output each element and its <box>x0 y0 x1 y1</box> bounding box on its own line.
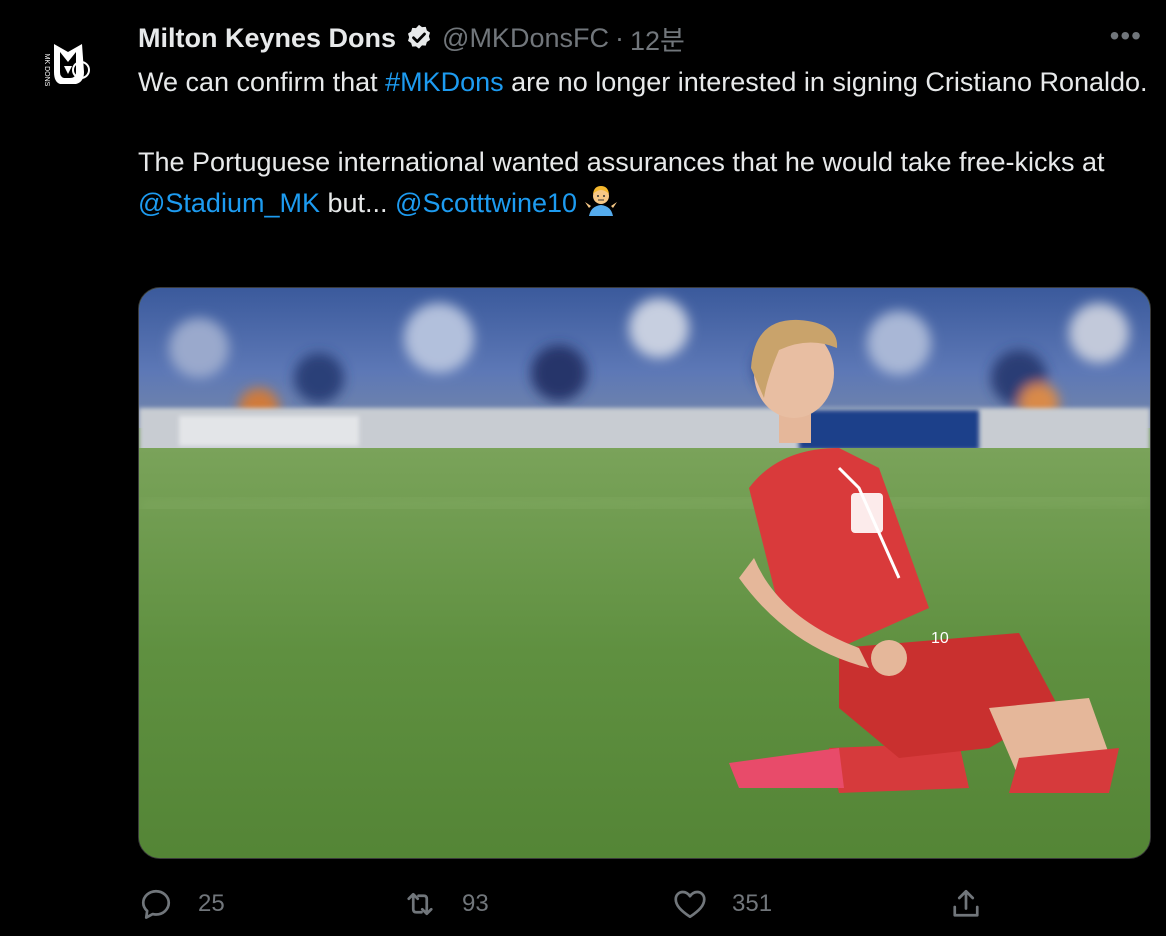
more-horizontal-icon[interactable]: ••• <box>1110 22 1142 50</box>
retweet-button[interactable]: 93 <box>402 876 489 932</box>
tweet-image[interactable]: 10 <box>138 287 1151 859</box>
action-bar: 25 93 351 <box>138 876 1149 932</box>
reply-count: 25 <box>198 890 225 917</box>
mk-dons-crest-icon: MK DONS <box>24 22 104 102</box>
heart-icon <box>674 890 706 919</box>
tweet-paragraph-2: The Portuguese international wanted assu… <box>138 142 1148 223</box>
hashtag-link[interactable]: #MKDons <box>385 67 504 97</box>
tweet-header: Milton Keynes Dons @MKDonsFC · 12분 ••• <box>138 18 1142 58</box>
verified-badge-icon <box>404 23 434 53</box>
handle[interactable]: @MKDonsFC <box>442 23 609 54</box>
text-segment: The Portuguese international wanted assu… <box>138 147 1105 177</box>
share-button[interactable] <box>948 876 984 932</box>
like-count: 351 <box>732 890 773 917</box>
avatar[interactable]: MK DONS <box>24 22 104 102</box>
separator-dot: · <box>614 22 624 53</box>
like-button[interactable]: 351 <box>672 876 772 932</box>
tweet-text: We can confirm that #MKDons are no longe… <box>138 62 1148 223</box>
reply-icon <box>141 889 171 919</box>
mention-stadium-link[interactable]: @Stadium_MK <box>138 188 320 218</box>
person-shrugging-emoji <box>583 182 619 218</box>
text-segment: but... <box>319 188 396 218</box>
mention-scott-link[interactable]: @Scotttwine10 <box>395 188 577 218</box>
retweet-count: 93 <box>462 890 489 917</box>
tweet[interactable]: MK DONS Milton Keynes Dons @MKDonsFC · 1… <box>0 0 1166 936</box>
timestamp[interactable]: 12분 <box>630 19 685 58</box>
svg-text:MK DONS: MK DONS <box>43 54 50 87</box>
football-player-knee-slide-photo: 10 <box>139 288 1150 858</box>
text-segment: We can confirm that <box>138 67 386 97</box>
retweet-icon <box>407 892 433 916</box>
display-name[interactable]: Milton Keynes Dons <box>138 23 396 54</box>
reply-button[interactable]: 25 <box>138 876 225 932</box>
tweet-paragraph-1: We can confirm that #MKDons are no longe… <box>138 62 1148 102</box>
text-segment: are no longer interested in signing Cris… <box>503 67 1148 97</box>
share-icon <box>953 889 979 917</box>
shirt-number: 10 <box>931 630 949 647</box>
